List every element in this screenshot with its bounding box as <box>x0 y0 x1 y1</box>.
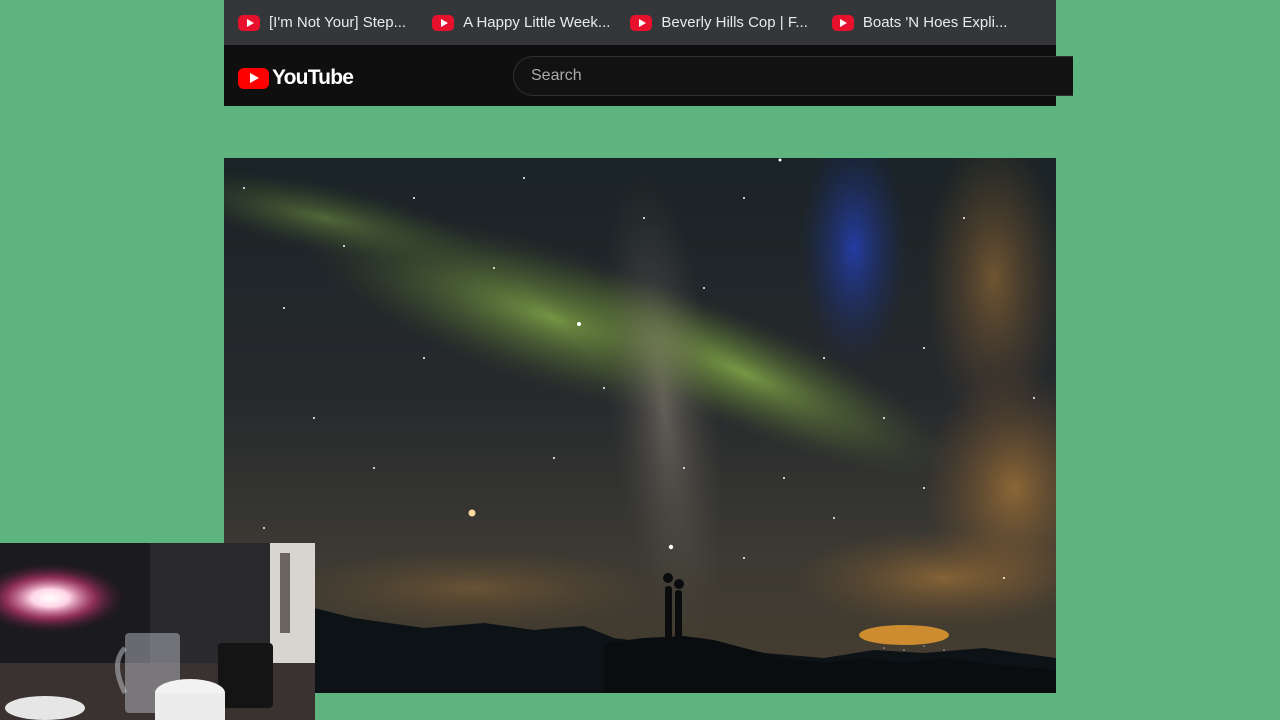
youtube-icon <box>432 14 455 31</box>
youtube-play-icon <box>238 67 269 89</box>
bookmark-item[interactable]: A Happy Little Week... <box>432 7 610 39</box>
bookmark-label: A Happy Little Week... <box>463 14 611 31</box>
aurora-night-sky-image <box>224 158 1056 693</box>
search-input[interactable]: Search <box>513 56 1073 96</box>
youtube-header: YouTube Search <box>224 45 1073 106</box>
youtube-icon <box>238 14 260 31</box>
youtube-icon <box>831 14 854 31</box>
browser-window: [I'm Not Your] Step... A Happy Little We… <box>224 0 1073 106</box>
bookmark-label: Boats 'N Hoes Expli... <box>862 14 1008 31</box>
webcam-overlay <box>0 543 315 720</box>
youtube-icon <box>630 14 653 31</box>
youtube-logo[interactable]: YouTube <box>238 66 354 90</box>
bookmark-item[interactable]: Boats 'N Hoes Expli... <box>831 7 1008 39</box>
logo-text: YouTube <box>272 66 354 89</box>
bookmark-item[interactable]: Beverly Hills Cop | F... <box>630 7 808 39</box>
bookmark-item[interactable]: [I'm Not Your] Step... <box>238 7 406 39</box>
bookmarks-bar: [I'm Not Your] Step... A Happy Little We… <box>224 0 1056 45</box>
bookmark-label: [I'm Not Your] Step... <box>269 14 407 31</box>
search-placeholder: Search <box>531 67 582 84</box>
bookmark-label: Beverly Hills Cop | F... <box>661 14 808 31</box>
